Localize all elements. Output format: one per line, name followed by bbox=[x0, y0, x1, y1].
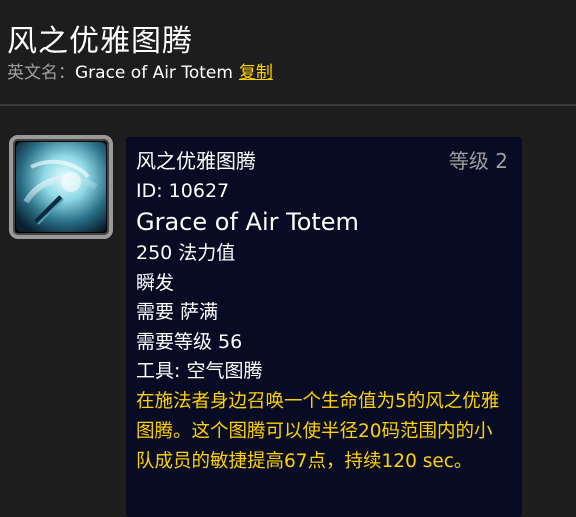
english-name-row: 英文名：Grace of Air Totem 复制 bbox=[7, 61, 273, 85]
tooltip-spell-id: ID: 10627 bbox=[136, 179, 230, 202]
tooltip-description: 在施法者身边召唤一个生命值为5的风之优雅图腾。这个图腾可以使半径20码范围内的小… bbox=[136, 390, 500, 472]
tooltip-rank: 等级 2 bbox=[448, 149, 508, 173]
english-name-label: 英文名： bbox=[7, 63, 75, 83]
tooltip-cast-time: 瞬发 bbox=[136, 271, 175, 294]
spell-icon-frame bbox=[9, 135, 113, 239]
copy-link[interactable]: 复制 bbox=[239, 63, 273, 83]
grace-of-air-totem-icon bbox=[16, 142, 106, 232]
divider bbox=[0, 104, 576, 106]
tooltip-english-name: Grace of Air Totem bbox=[136, 208, 359, 236]
tooltip-mana-cost: 250 法力值 bbox=[136, 242, 236, 264]
tooltip-required-level: 需要等级 56 bbox=[136, 330, 243, 353]
page-title: 风之优雅图腾 bbox=[7, 24, 193, 60]
tooltip-tool: 工具: 空气图腾 bbox=[136, 360, 263, 382]
english-name-value: Grace of Air Totem bbox=[75, 63, 233, 83]
spell-tooltip: 风之优雅图腾 等级 2 ID: 10627 Grace of Air Totem… bbox=[126, 137, 522, 517]
tooltip-required-class: 需要 萨满 bbox=[136, 301, 219, 323]
